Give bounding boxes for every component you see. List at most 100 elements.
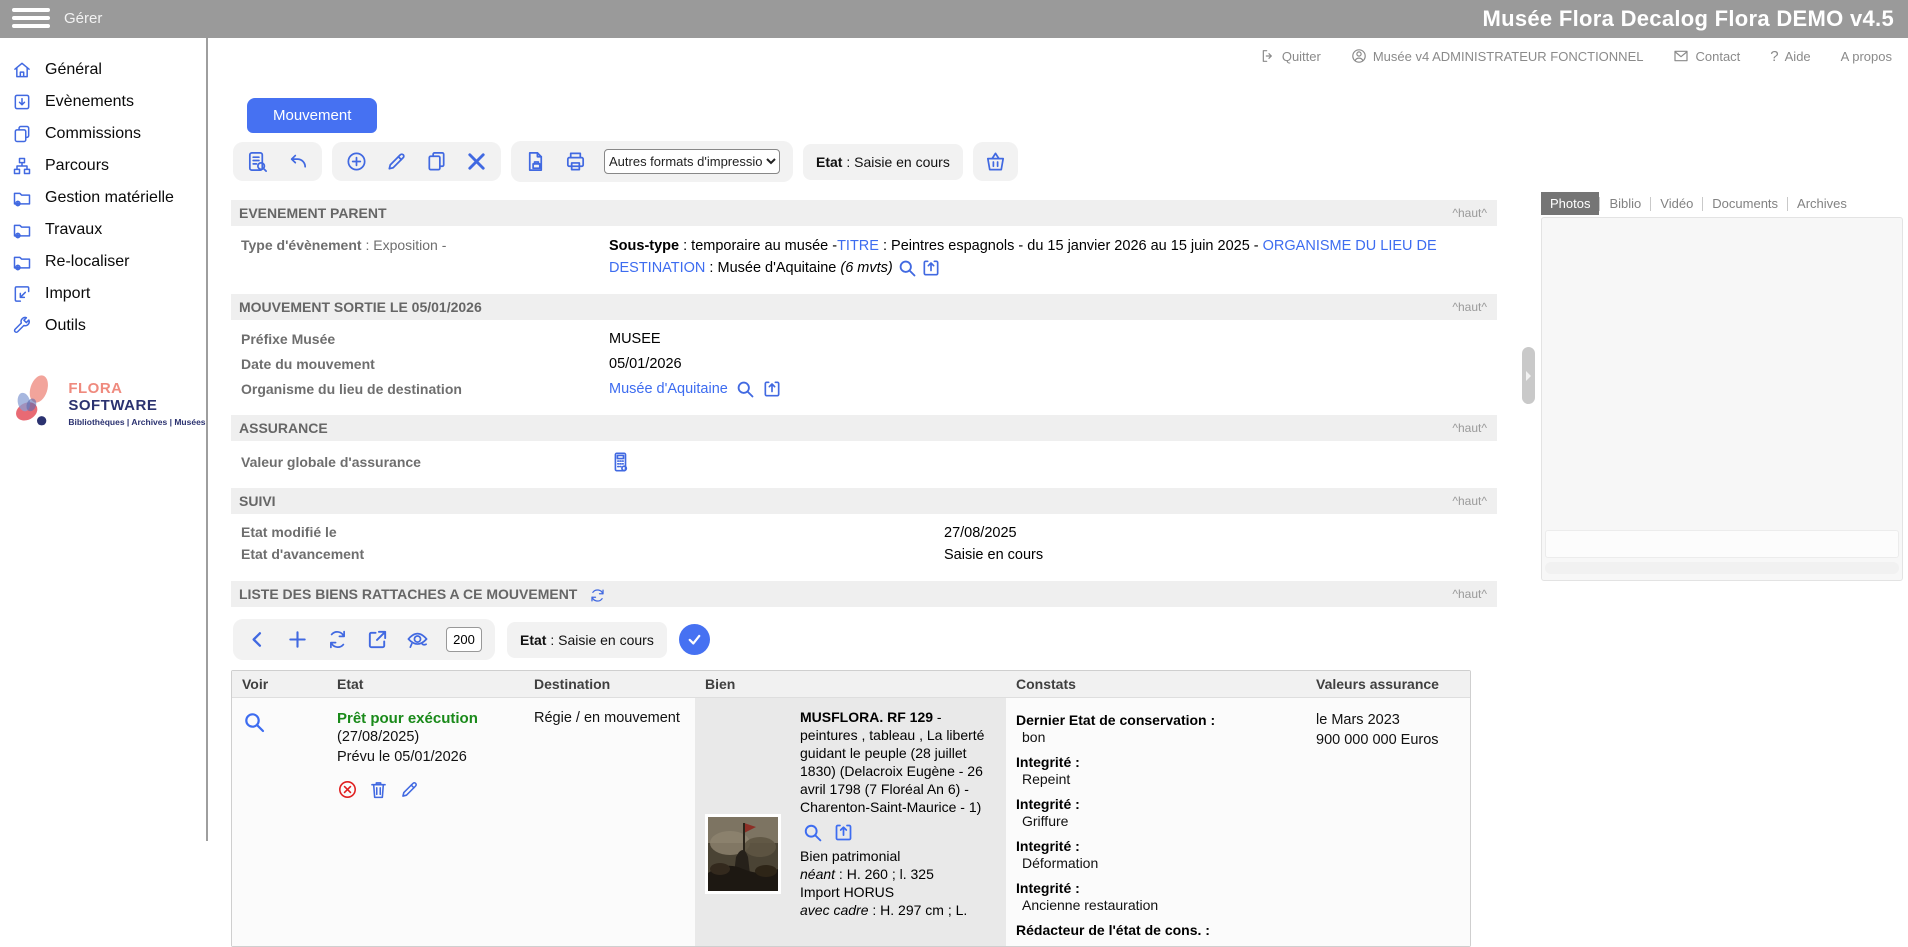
media-panel: Photos Biblio Vidéo Documents Archives <box>1541 192 1903 581</box>
eye-of-horus-button[interactable] <box>406 628 429 651</box>
sidebar-item-import[interactable]: Import <box>0 278 206 310</box>
haut-link[interactable]: ^haut^ <box>1452 581 1487 607</box>
destination-cell: Régie / en mouvement <box>524 698 695 946</box>
section-header-suivi: SUIVI ^haut^ <box>231 488 1497 514</box>
musee-aquitaine-link[interactable]: Musée d'Aquitaine <box>609 378 728 400</box>
evenement-detail: Sous-type : temporaire au musée -TITRE :… <box>609 235 1497 279</box>
mail-icon <box>1673 48 1689 64</box>
haut-link[interactable]: ^haut^ <box>1452 415 1487 441</box>
exit-icon <box>1260 48 1276 64</box>
table-row: Prêt pour exécution (27/08/2025) Prévu l… <box>232 698 1470 946</box>
list-etat-chip: Etat : Saisie en cours <box>507 622 667 658</box>
import-icon <box>12 284 32 304</box>
open-record-icon[interactable] <box>833 822 854 843</box>
sidebar-item-commissions[interactable]: Commissions <box>0 118 206 150</box>
prefixe-musee-row: Préfixe Musée MUSEE <box>231 328 1497 350</box>
panel-collapse-handle[interactable] <box>1522 347 1535 404</box>
photos-panel-footer-bar <box>1545 562 1899 574</box>
wrench-icon <box>12 316 32 336</box>
section-header-evenement-parent: EVENEMENT PARENT ^haut^ <box>231 200 1497 226</box>
butterfly-logo-icon <box>8 372 60 434</box>
box-arrow-down-icon <box>12 92 32 112</box>
section-header-assurance: ASSURANCE ^haut^ <box>231 415 1497 441</box>
view-record-icon[interactable] <box>242 710 266 734</box>
sidebar-item-relocaliser[interactable]: Re-localiser <box>0 246 206 278</box>
list-toolbar: Etat : Saisie en cours <box>233 619 1497 660</box>
constats-cell: Dernier Etat de conservation : bon Integ… <box>1006 698 1306 946</box>
external-link-button[interactable] <box>366 628 389 651</box>
apropos-button[interactable]: A propos <box>1841 49 1892 64</box>
flora-software-logo: FLORA SOFTWARE Bibliothèques | Archives … <box>8 372 206 434</box>
home-icon <box>12 60 32 80</box>
open-record-icon[interactable] <box>762 379 782 399</box>
duplicate-button[interactable] <box>425 150 448 173</box>
sidebar-item-evenements[interactable]: Evènements <box>0 86 206 118</box>
bien-reference: MUSFLORA. RF 129 <box>800 709 933 725</box>
aide-button[interactable]: ? Aide <box>1770 48 1810 65</box>
print-document-button[interactable] <box>524 150 547 173</box>
tab-archives[interactable]: Archives <box>1788 192 1856 215</box>
contact-button[interactable]: Contact <box>1673 48 1740 64</box>
tab-mouvement[interactable]: Mouvement <box>247 98 377 133</box>
tab-video[interactable]: Vidéo <box>1651 192 1702 215</box>
cancel-icon[interactable] <box>337 779 358 800</box>
printer-button[interactable] <box>564 150 587 173</box>
folder-globe-icon <box>12 252 32 272</box>
haut-link[interactable]: ^haut^ <box>1452 294 1487 320</box>
recycle-button[interactable] <box>326 628 349 651</box>
add-item-button[interactable] <box>286 628 309 651</box>
col-header-valeurs: Valeurs assurance <box>1306 676 1470 692</box>
add-button[interactable] <box>345 150 368 173</box>
search-icon[interactable] <box>802 822 823 843</box>
tab-biblio[interactable]: Biblio <box>1600 192 1650 215</box>
current-user[interactable]: Musée v4 ADMINISTRATEUR FONCTIONNEL <box>1351 48 1644 64</box>
calculator-icon[interactable] <box>609 451 631 473</box>
check-icon <box>685 630 704 649</box>
sidebar-item-outils[interactable]: Outils <box>0 310 206 342</box>
haut-link[interactable]: ^haut^ <box>1452 488 1487 514</box>
brand-software: SOFTWARE <box>68 397 157 414</box>
hamburger-menu-icon[interactable] <box>12 8 50 30</box>
edit-button[interactable] <box>385 150 408 173</box>
previous-button[interactable] <box>246 628 269 651</box>
etat-modifie-row: Etat modifié le 27/08/2025 <box>231 522 1497 544</box>
sidebar-item-gestion-materielle[interactable]: Gestion matérielle <box>0 182 206 214</box>
haut-link[interactable]: ^haut^ <box>1452 200 1487 226</box>
status-badge: Prêt pour exécution <box>337 710 518 727</box>
page-size-input[interactable] <box>446 627 482 652</box>
basket-button[interactable] <box>984 150 1007 173</box>
user-icon <box>1351 48 1367 64</box>
titre-link[interactable]: TITRE <box>837 238 879 254</box>
open-record-icon[interactable] <box>921 258 941 278</box>
menu-label[interactable]: Gérer <box>64 0 102 38</box>
confirm-button[interactable] <box>679 624 710 655</box>
tab-photos[interactable]: Photos <box>1541 192 1599 215</box>
media-tabs: Photos Biblio Vidéo Documents Archives <box>1541 192 1903 215</box>
evenement-parent-row: Type d'évènement : Exposition - Sous-typ… <box>231 235 1497 279</box>
edit-icon[interactable] <box>399 779 420 800</box>
sidebar-item-general[interactable]: Général <box>0 54 206 86</box>
folder-globe-icon <box>12 220 32 240</box>
photos-panel-body <box>1541 217 1903 581</box>
sidebar-item-travaux[interactable]: Travaux <box>0 214 206 246</box>
biens-table: Voir Etat Destination Bien Constats Vale… <box>231 670 1471 947</box>
refresh-icon[interactable] <box>589 587 606 604</box>
sidebar: Général Evènements Commissions Parcours … <box>0 38 208 841</box>
search-icon[interactable] <box>897 258 917 278</box>
delete-button[interactable] <box>465 150 488 173</box>
search-icon[interactable] <box>735 379 755 399</box>
etat-chip: Etat : Saisie en cours <box>803 144 963 180</box>
record-toolbar: Autres formats d'impression... Etat : Sa… <box>233 141 1497 182</box>
question-mark-icon: ? <box>1770 48 1778 65</box>
app-title: Musée Flora Decalog Flora DEMO v4.5 <box>1482 0 1894 38</box>
quitter-button[interactable]: Quitter <box>1260 48 1321 64</box>
bien-cell: MUSFLORA. RF 129 - peintures , tableau ,… <box>695 698 1006 946</box>
list-search-button[interactable] <box>246 150 269 173</box>
undo-button[interactable] <box>286 150 309 173</box>
trash-icon[interactable] <box>368 779 389 800</box>
sidebar-item-parcours[interactable]: Parcours <box>0 150 206 182</box>
artwork-thumbnail[interactable] <box>705 814 781 894</box>
print-format-select[interactable]: Autres formats d'impression... <box>604 149 780 174</box>
folders-icon <box>12 124 32 144</box>
tab-documents[interactable]: Documents <box>1703 192 1787 215</box>
